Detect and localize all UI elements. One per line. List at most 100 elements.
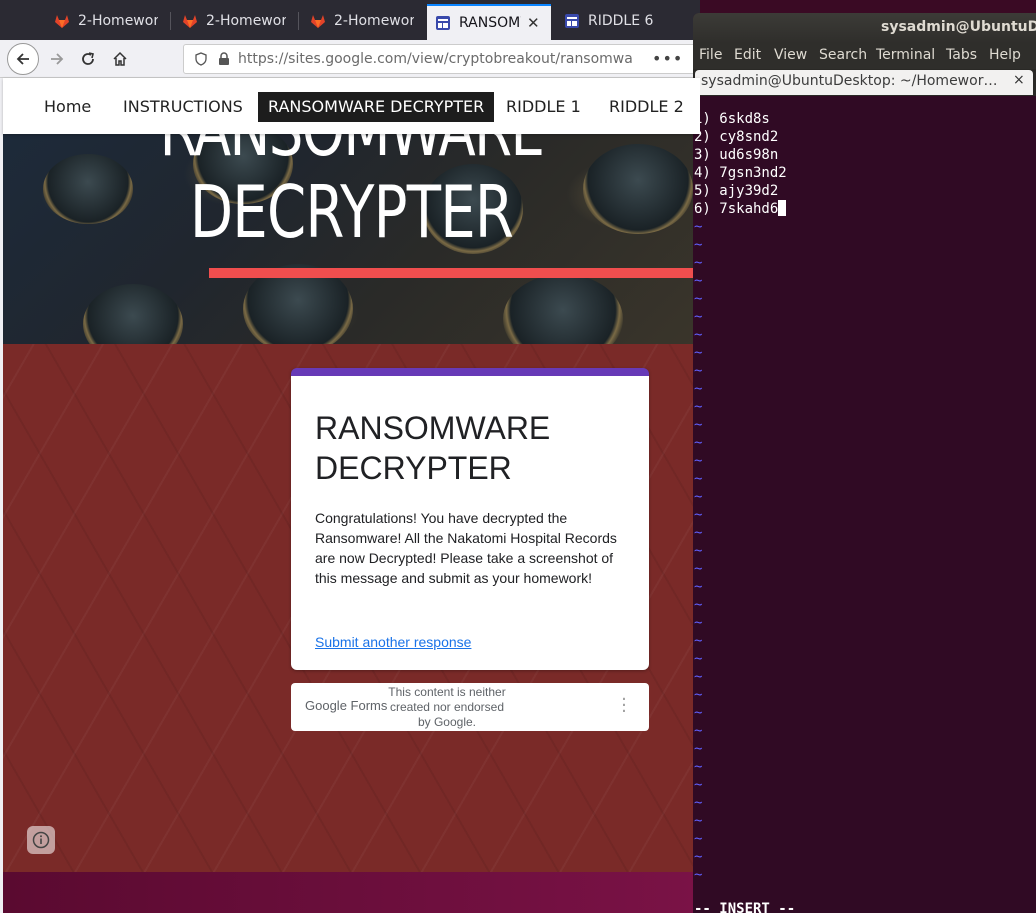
- form-title: RANSOMWARE DECRYPTER: [315, 408, 635, 488]
- form-title-line-2: DECRYPTER: [315, 450, 512, 486]
- home-button[interactable]: [105, 44, 135, 74]
- tilde-marker: ~: [694, 795, 703, 811]
- info-button[interactable]: [27, 826, 55, 854]
- forward-button[interactable]: [42, 44, 72, 74]
- tilde-marker: ~: [694, 813, 703, 829]
- text-cursor: [778, 200, 787, 216]
- tab-label: 2-Homework: [334, 13, 414, 29]
- terminal-menubar: File Edit View Search Terminal Tabs Help: [693, 43, 1036, 69]
- disclaimer-text: This content is neither created nor endo…: [388, 685, 506, 729]
- reload-button[interactable]: [73, 44, 103, 74]
- hero-banner: RANSOMWARE DECRYPTER: [3, 134, 700, 344]
- back-button[interactable]: [7, 43, 39, 75]
- tilde-marker: ~: [694, 255, 703, 271]
- menu-file[interactable]: File: [699, 47, 722, 63]
- gitlab-icon: [55, 15, 69, 28]
- tilde-marker: ~: [694, 399, 703, 415]
- firefox-window: 2-Homework 2-Homework 2-Homework RANSOMW…: [0, 0, 700, 913]
- nav-link-instructions[interactable]: INSTRUCTIONS: [113, 92, 253, 122]
- nav-link-ransomware-decrypter[interactable]: RANSOMWARE DECRYPTER: [258, 92, 495, 122]
- tilde-marker: ~: [694, 651, 703, 667]
- browser-tab-3[interactable]: 2-Homework: [302, 4, 422, 38]
- hero-title-top: RANSOMWARE: [80, 134, 624, 172]
- tilde-marker: ~: [694, 759, 703, 775]
- tilde-marker: ~: [694, 633, 703, 649]
- terminal-titlebar[interactable]: sysadmin@UbuntuDesktop: [693, 13, 1036, 43]
- tab-label: 2-Homework: [206, 13, 286, 29]
- tilde-marker: ~: [694, 363, 703, 379]
- navigation-toolbar: https://sites.google.com/view/cryptobrea…: [0, 40, 700, 78]
- google-sites-icon: [565, 14, 579, 28]
- browser-tab-2[interactable]: 2-Homework: [174, 4, 294, 38]
- close-icon[interactable]: ×: [1013, 72, 1025, 88]
- terminal-line-text: 6) 7skahd6: [694, 201, 779, 217]
- nav-link-home[interactable]: Home: [34, 92, 101, 122]
- arrow-right-icon: [51, 53, 64, 65]
- menu-terminal[interactable]: Terminal: [876, 47, 935, 63]
- terminal-line: 1) 6skd8s: [694, 111, 770, 127]
- lock-icon[interactable]: [218, 52, 230, 66]
- terminal-content[interactable]: 1) 6skd8s 2) cy8snd2 3) ud6s98n 4) 7gsn3…: [693, 96, 1036, 913]
- menu-help[interactable]: Help: [989, 47, 1021, 63]
- menu-search[interactable]: Search: [819, 47, 867, 63]
- menu-edit[interactable]: Edit: [734, 47, 761, 63]
- menu-tabs[interactable]: Tabs: [946, 47, 977, 63]
- info-icon: [32, 831, 50, 849]
- home-icon: [113, 51, 127, 66]
- google-sites-icon: [436, 16, 450, 30]
- gitlab-icon: [311, 15, 325, 28]
- nav-link-riddle-1[interactable]: RIDDLE 1: [496, 92, 591, 122]
- tilde-marker: ~: [694, 687, 703, 703]
- tilde-marker: ~: [694, 867, 703, 883]
- tilde-marker: ~: [694, 705, 703, 721]
- page-footer-band: [3, 872, 700, 913]
- page-actions-menu-icon[interactable]: •••: [652, 49, 683, 68]
- tilde-marker: ~: [694, 741, 703, 757]
- submit-another-response-link[interactable]: Submit another response: [315, 634, 471, 650]
- terminal-title: sysadmin@UbuntuDesktop: [881, 19, 1036, 35]
- tilde-marker: ~: [694, 543, 703, 559]
- close-tab-icon[interactable]: ✕: [527, 14, 540, 32]
- arrow-left-icon: [16, 53, 29, 65]
- google-forms-logo[interactable]: Google Forms: [305, 698, 387, 713]
- hero-underline: [209, 268, 700, 278]
- nav-link-riddle-2[interactable]: RIDDLE 2: [599, 92, 694, 122]
- tilde-marker: ~: [694, 669, 703, 685]
- tilde-marker: ~: [694, 561, 703, 577]
- more-options-icon[interactable]: · · ·: [619, 691, 629, 721]
- tilde-marker: ~: [694, 579, 703, 595]
- shield-icon[interactable]: [194, 52, 208, 66]
- terminal-line: 4) 7gsn3nd2: [694, 165, 787, 181]
- tilde-marker: ~: [694, 327, 703, 343]
- terminal-tab[interactable]: sysadmin@UbuntuDesktop: ~/Homework/... ×: [695, 70, 1033, 95]
- reload-icon: [82, 52, 94, 65]
- browser-tab-1[interactable]: 2-Homework: [46, 4, 166, 38]
- gitlab-icon: [183, 15, 197, 28]
- tilde-marker: ~: [694, 849, 703, 865]
- tilde-marker: ~: [694, 489, 703, 505]
- tilde-marker: ~: [694, 381, 703, 397]
- tilde-marker: ~: [694, 309, 703, 325]
- tilde-marker: ~: [694, 507, 703, 523]
- tilde-marker: ~: [694, 345, 703, 361]
- vim-mode-indicator: -- INSERT --: [694, 901, 796, 913]
- form-response-card: RANSOMWARE DECRYPTER Congratulations! Yo…: [291, 368, 649, 670]
- tab-label: RIDDLE 6: [588, 13, 654, 29]
- tab-strip: 2-Homework 2-Homework 2-Homework RANSOMW…: [0, 0, 700, 40]
- terminal-line: 2) cy8snd2: [694, 129, 779, 145]
- address-bar[interactable]: https://sites.google.com/view/cryptobrea…: [183, 44, 700, 74]
- browser-tab-5[interactable]: RIDDLE 6: [556, 4, 676, 38]
- google-forms-footer: Google Forms This content is neither cre…: [291, 683, 649, 731]
- desktop: 2-Homework 2-Homework 2-Homework RANSOMW…: [0, 0, 1036, 913]
- terminal-line: 5) ajy39d2: [694, 183, 779, 199]
- tilde-marker: ~: [694, 831, 703, 847]
- page-content: RANSOMWARE DECRYPTER Congratulations! Yo…: [3, 344, 700, 872]
- menu-view[interactable]: View: [774, 47, 807, 63]
- tilde-marker: ~: [694, 435, 703, 451]
- terminal-line-current: 6) 7skahd6: [694, 200, 787, 218]
- tilde-marker: ~: [694, 723, 703, 739]
- terminal-tab-label: sysadmin@UbuntuDesktop: ~/Homework/...: [701, 73, 1001, 89]
- terminal-tabbar: sysadmin@UbuntuDesktop: ~/Homework/... ×: [693, 69, 1036, 96]
- browser-tab-active[interactable]: RANSOMW ✕: [427, 4, 551, 40]
- url-text: https://sites.google.com/view/cryptobrea…: [238, 51, 633, 67]
